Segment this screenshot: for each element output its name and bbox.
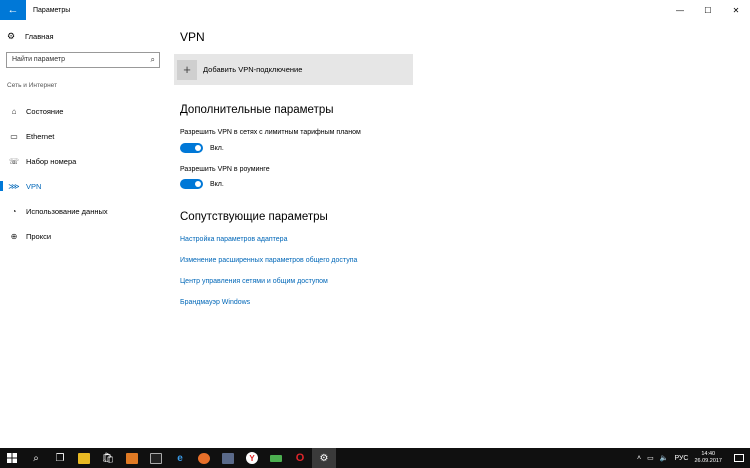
gear-icon: ⚙: [319, 452, 329, 464]
sidebar-item-home[interactable]: ⚙ Главная: [7, 31, 54, 42]
sidebar-item-proxy[interactable]: ⊕ Прокси: [0, 228, 166, 244]
minimize-icon: —: [676, 5, 684, 15]
sidebar-item-data-usage[interactable]: ◔ Использование данных: [0, 203, 166, 219]
media-button[interactable]: [120, 448, 144, 468]
yandex-button[interactable]: Y: [240, 448, 264, 468]
language-indicator[interactable]: РУС: [674, 455, 688, 462]
sidebar-item-label: Прокси: [26, 231, 52, 241]
section-label: Сеть и Интернет: [7, 82, 58, 89]
link-firewall[interactable]: Брандмауэр Windows: [180, 299, 250, 306]
search-input[interactable]: Найти параметр ⌕: [6, 52, 160, 68]
clock-date: 26.09.2017: [694, 458, 722, 464]
sidebar-item-label: Состояние: [26, 106, 64, 116]
edge-icon: e: [177, 452, 183, 464]
close-button[interactable]: ✕: [722, 0, 750, 20]
app-button[interactable]: [216, 448, 240, 468]
sidebar-item-status[interactable]: ⌂ Состояние: [0, 103, 166, 119]
window-controls: — ☐ ✕: [666, 0, 750, 20]
sidebar-item-vpn[interactable]: ⋙ VPN: [0, 178, 166, 194]
add-vpn-button[interactable]: + Добавить VPN-подключение: [174, 54, 413, 85]
ethernet-icon: ▭: [10, 131, 18, 141]
clock-time: 14:40: [701, 451, 716, 457]
link-network-center[interactable]: Центр управления сетями и общим доступом: [180, 278, 328, 285]
system-tray: ˄ ▭ 🔈 РУС 14:40 26.09.2017: [637, 448, 750, 468]
firefox-icon: [198, 452, 210, 464]
folder-icon: [78, 452, 90, 464]
yandex-icon: Y: [246, 452, 258, 464]
metered-state: Вкл.: [210, 144, 224, 152]
close-icon: ✕: [732, 5, 740, 15]
taskbar: ⌕ ❐ 🛍 e Y O ⚙ ˄ ▭ 🔈 РУС 14:40 26.09.2017: [0, 448, 750, 468]
roaming-toggle[interactable]: [180, 179, 203, 189]
sidebar-item-label: VPN: [26, 181, 42, 191]
home-icon: ⌂: [11, 106, 17, 116]
metered-toggle[interactable]: [180, 143, 203, 153]
window-title: Параметры: [33, 6, 71, 14]
firefox-button[interactable]: [192, 448, 216, 468]
link-adapter-settings[interactable]: Настройка параметров адаптера: [180, 236, 287, 243]
sidebar-item-label: Набор номера: [26, 156, 77, 166]
metered-label: Разрешить VPN в сетях с лимитным тарифны…: [180, 129, 361, 136]
explorer-button[interactable]: [72, 448, 96, 468]
chevron-up-icon[interactable]: ˄: [637, 455, 641, 462]
advanced-heading: Дополнительные параметры: [180, 104, 334, 116]
search-icon[interactable]: ⌕: [151, 55, 155, 65]
volume-icon[interactable]: 🔈: [660, 454, 669, 462]
sidebar-item-ethernet[interactable]: ▭ Ethernet: [0, 128, 166, 144]
battery-app-button[interactable]: [264, 448, 288, 468]
toggle-knob: [195, 181, 201, 187]
app-icon: [222, 452, 234, 464]
edge-button[interactable]: e: [168, 448, 192, 468]
search-taskbar-button[interactable]: ⌕: [24, 448, 48, 468]
data-usage-icon: ◔: [11, 206, 17, 216]
opera-button[interactable]: O: [288, 448, 312, 468]
settings-taskbar-button[interactable]: ⚙: [312, 448, 336, 468]
search-placeholder: Найти параметр: [12, 56, 65, 63]
roaming-state: Вкл.: [210, 180, 224, 188]
link-sharing-options[interactable]: Изменение расширенных параметров общего …: [180, 257, 357, 264]
battery-icon: [270, 454, 282, 462]
media-icon: [126, 452, 138, 464]
title-bar: ← Параметры — ☐ ✕: [0, 0, 750, 20]
task-view-button[interactable]: ❐: [48, 448, 72, 468]
add-vpn-label: Добавить VPN-подключение: [203, 65, 303, 74]
phone-icon: ☏: [8, 156, 19, 166]
vpn-icon: ⋙: [8, 181, 20, 191]
clock[interactable]: 14:40 26.09.2017: [694, 451, 722, 465]
page-title: VPN: [180, 30, 205, 44]
sidebar-item-dialup[interactable]: ☏ Набор номера: [0, 153, 166, 169]
sidebar-item-label: Ethernet: [26, 131, 55, 141]
gear-icon: ⚙: [7, 31, 16, 41]
opera-icon: O: [295, 452, 305, 464]
search-icon: ⌕: [33, 452, 39, 464]
toggle-knob: [195, 145, 201, 151]
maximize-button[interactable]: ☐: [694, 0, 722, 20]
globe-icon: ⊕: [10, 231, 18, 241]
start-button[interactable]: [0, 448, 24, 468]
notification-icon[interactable]: [734, 454, 744, 462]
plus-icon: +: [177, 59, 197, 80]
windows-icon: [7, 453, 17, 463]
back-button[interactable]: ←: [0, 0, 26, 20]
home-label: Главная: [25, 32, 54, 41]
store-button[interactable]: 🛍: [96, 448, 120, 468]
task-view-icon: ❐: [55, 452, 65, 464]
minimize-button[interactable]: —: [666, 0, 694, 20]
maximize-icon: ☐: [704, 5, 712, 15]
back-arrow-icon: ←: [7, 4, 19, 16]
sidebar-item-label: Использование данных: [26, 206, 108, 216]
roaming-toggle-row: Вкл.: [180, 179, 224, 189]
store-icon: 🛍: [101, 452, 115, 464]
terminal-button[interactable]: [144, 448, 168, 468]
roaming-label: Разрешить VPN в роуминге: [180, 166, 270, 173]
sidebar: ⚙ Главная Найти параметр ⌕ Сеть и Интерн…: [0, 20, 166, 448]
network-icon[interactable]: ▭: [647, 454, 654, 462]
terminal-icon: [150, 452, 162, 464]
related-heading: Сопутствующие параметры: [180, 211, 328, 223]
metered-toggle-row: Вкл.: [180, 143, 224, 153]
